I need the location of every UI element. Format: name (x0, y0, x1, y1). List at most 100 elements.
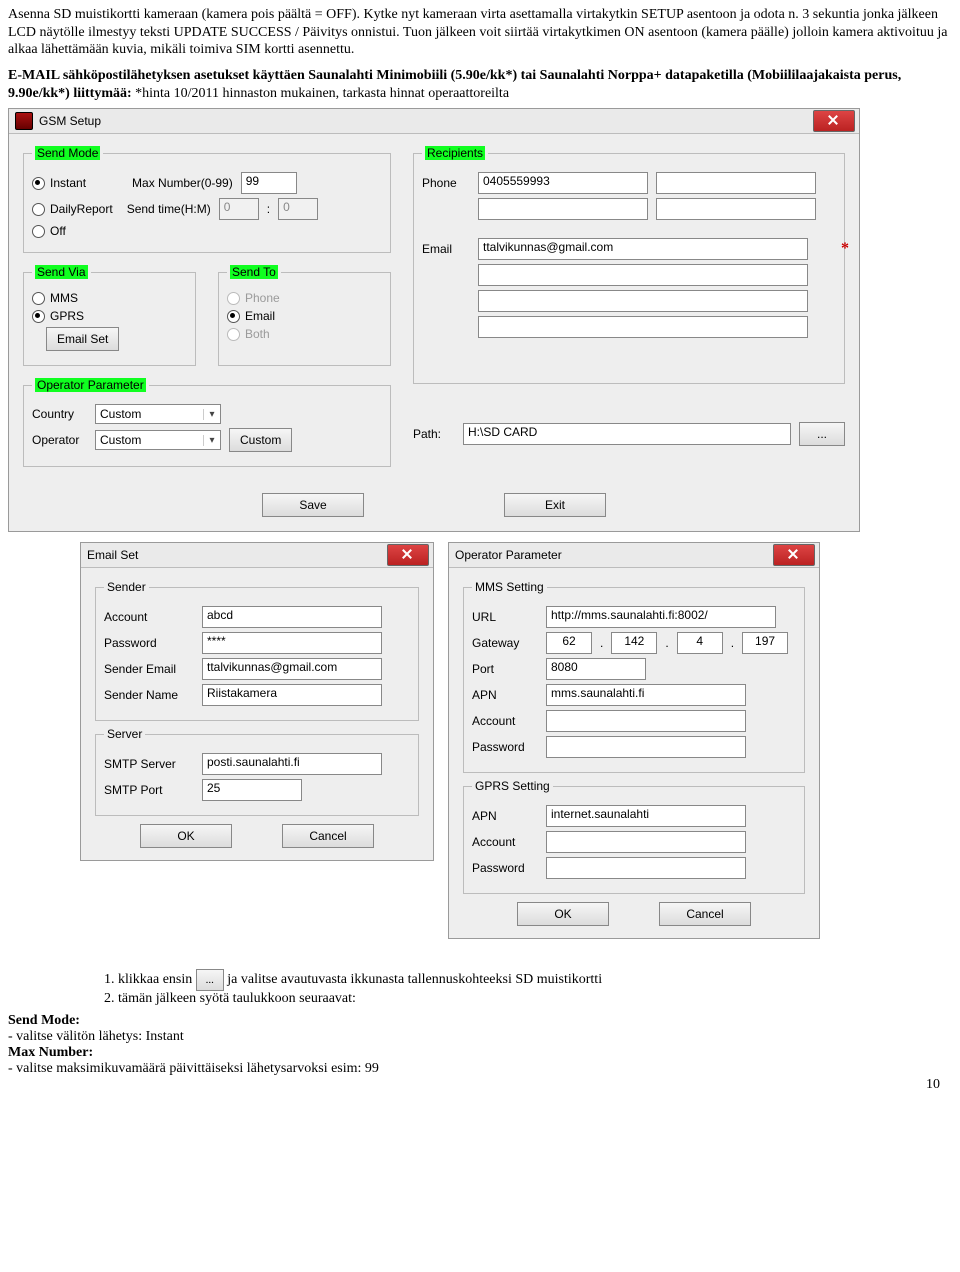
sendername-input[interactable]: Riistakamera (202, 684, 382, 706)
cancel-button[interactable]: Cancel (659, 902, 751, 926)
required-star: * (841, 240, 849, 258)
gprs-apn-input[interactable]: internet.saunalahti (546, 805, 746, 827)
path-label: Path: (413, 427, 455, 441)
sendmode-legend: Send Mode (35, 146, 100, 160)
recipient-phone-3[interactable] (478, 198, 648, 220)
emailset-button[interactable]: Email Set (46, 327, 119, 351)
save-button[interactable]: Save (262, 493, 364, 517)
bottom-instructions: klikkaa ensin ... ja valitse avautuvasta… (8, 969, 952, 1077)
emailset-title: Email Set (87, 548, 138, 562)
account-label: Account (104, 610, 194, 624)
operatorparam-title: Operator Parameter (455, 548, 562, 562)
cancel-button[interactable]: Cancel (282, 824, 374, 848)
gprs-password-input[interactable] (546, 857, 746, 879)
browse-icon-button: ... (196, 969, 224, 991)
sendtime-min: 0 (278, 198, 318, 220)
mms-setting-group: MMS Setting URL http://mms.saunalahti.fi:… (463, 580, 805, 773)
recipient-email-1[interactable]: ttalvikunnas@gmail.com (478, 238, 808, 260)
list-item-2: tämän jälkeen syötä taulukkoon seuraavat… (118, 991, 952, 1007)
url-label: URL (472, 610, 538, 624)
close-icon[interactable] (387, 544, 429, 566)
ok-button[interactable]: OK (140, 824, 232, 848)
custom-button[interactable]: Custom (229, 428, 292, 452)
radio-instant[interactable]: Instant (32, 176, 86, 190)
url-input[interactable]: http://mms.saunalahti.fi:8002/ (546, 606, 776, 628)
recipients-group: Recipients Phone 0405559993 Email ttalvi… (413, 146, 845, 384)
sendmode-heading: Send Mode: (8, 1013, 80, 1028)
gateway-3[interactable]: 4 (677, 632, 723, 654)
app-icon (15, 112, 33, 130)
sendername-label: Sender Name (104, 688, 194, 702)
mms-legend: MMS Setting (472, 580, 547, 594)
gprs-apn-label: APN (472, 809, 538, 823)
operatorparam-group: Operator Parameter Country Custom ▾ Oper… (23, 378, 391, 467)
password-input[interactable]: **** (202, 632, 382, 654)
gateway-2[interactable]: 142 (611, 632, 657, 654)
maxnumber-text: - valitse maksimikuvamäärä päivittäiseks… (8, 1061, 952, 1077)
mms-account-label: Account (472, 714, 538, 728)
recipients-legend: Recipients (425, 146, 485, 160)
intro-text: Asenna SD muistikortti kameraan (kamera … (8, 6, 952, 59)
exit-button[interactable]: Exit (504, 493, 606, 517)
path-input[interactable]: H:\SD CARD (463, 423, 791, 445)
gateway-label: Gateway (472, 636, 538, 650)
country-select[interactable]: Custom ▾ (95, 404, 221, 424)
recipient-phone-1[interactable]: 0405559993 (478, 172, 648, 194)
password-label: Password (104, 636, 194, 650)
radio-gprs[interactable]: GPRS (32, 309, 84, 323)
maxnumber-input[interactable]: 99 (241, 172, 297, 194)
recipient-email-label: Email (422, 242, 470, 256)
recipient-phone-4[interactable] (656, 198, 816, 220)
chevron-down-icon: ▾ (203, 409, 220, 420)
gateway-4[interactable]: 197 (742, 632, 788, 654)
gateway-1[interactable]: 62 (546, 632, 592, 654)
gsm-title: GSM Setup (39, 114, 101, 128)
server-group: Server SMTP Serverposti.saunalahti.fi SM… (95, 727, 419, 816)
recipient-email-4[interactable] (478, 316, 808, 338)
radio-off[interactable]: Off (32, 224, 66, 238)
close-icon[interactable] (813, 110, 855, 132)
gprs-password-label: Password (472, 861, 538, 875)
list-item-1: klikkaa ensin ... ja valitse avautuvasta… (118, 969, 952, 991)
ok-button[interactable]: OK (517, 902, 609, 926)
gsm-setup-window: GSM Setup * Send Mode Instant Max Number… (8, 108, 860, 532)
smtpport-input[interactable]: 25 (202, 779, 302, 801)
smtp-label: SMTP Server (104, 757, 194, 771)
gprs-account-input[interactable] (546, 831, 746, 853)
port-label: Port (472, 662, 538, 676)
recipient-phone-2[interactable] (656, 172, 816, 194)
senderemail-label: Sender Email (104, 662, 194, 676)
recipient-email-2[interactable] (478, 264, 808, 286)
radio-to-both: Both (227, 327, 270, 341)
sender-group: Sender Accountabcd Password**** Sender E… (95, 580, 419, 721)
operator-select[interactable]: Custom ▾ (95, 430, 221, 450)
radio-to-email[interactable]: Email (227, 309, 275, 323)
recipient-email-3[interactable] (478, 290, 808, 312)
sendvia-group: Send Via MMS GPRS Email Set (23, 265, 196, 366)
smtp-input[interactable]: posti.saunalahti.fi (202, 753, 382, 775)
apn-input[interactable]: mms.saunalahti.fi (546, 684, 746, 706)
browse-button[interactable]: ... (799, 422, 845, 446)
section-heading: E-MAIL sähköpostilähetyksen asetukset kä… (8, 67, 952, 105)
close-icon[interactable] (773, 544, 815, 566)
sendtime-label: Send time(H:M) (127, 202, 211, 216)
smtpport-label: SMTP Port (104, 783, 194, 797)
mms-password-input[interactable] (546, 736, 746, 758)
sendtime-hour: 0 (219, 198, 259, 220)
sendvia-legend: Send Via (35, 265, 88, 279)
sendto-group: Send To Phone Email Both (218, 265, 391, 366)
radio-to-phone: Phone (227, 291, 280, 305)
mms-password-label: Password (472, 740, 538, 754)
emailset-window: Email Set Sender Accountabcd Password***… (80, 542, 434, 861)
gsm-titlebar: GSM Setup (9, 109, 859, 134)
apn-label: APN (472, 688, 538, 702)
gprs-account-label: Account (472, 835, 538, 849)
radio-dailyreport[interactable]: DailyReport (32, 202, 113, 216)
account-input[interactable]: abcd (202, 606, 382, 628)
radio-mms[interactable]: MMS (32, 291, 78, 305)
chevron-down-icon: ▾ (203, 435, 220, 446)
gprs-legend: GPRS Setting (472, 779, 553, 793)
port-input[interactable]: 8080 (546, 658, 646, 680)
senderemail-input[interactable]: ttalvikunnas@gmail.com (202, 658, 382, 680)
mms-account-input[interactable] (546, 710, 746, 732)
